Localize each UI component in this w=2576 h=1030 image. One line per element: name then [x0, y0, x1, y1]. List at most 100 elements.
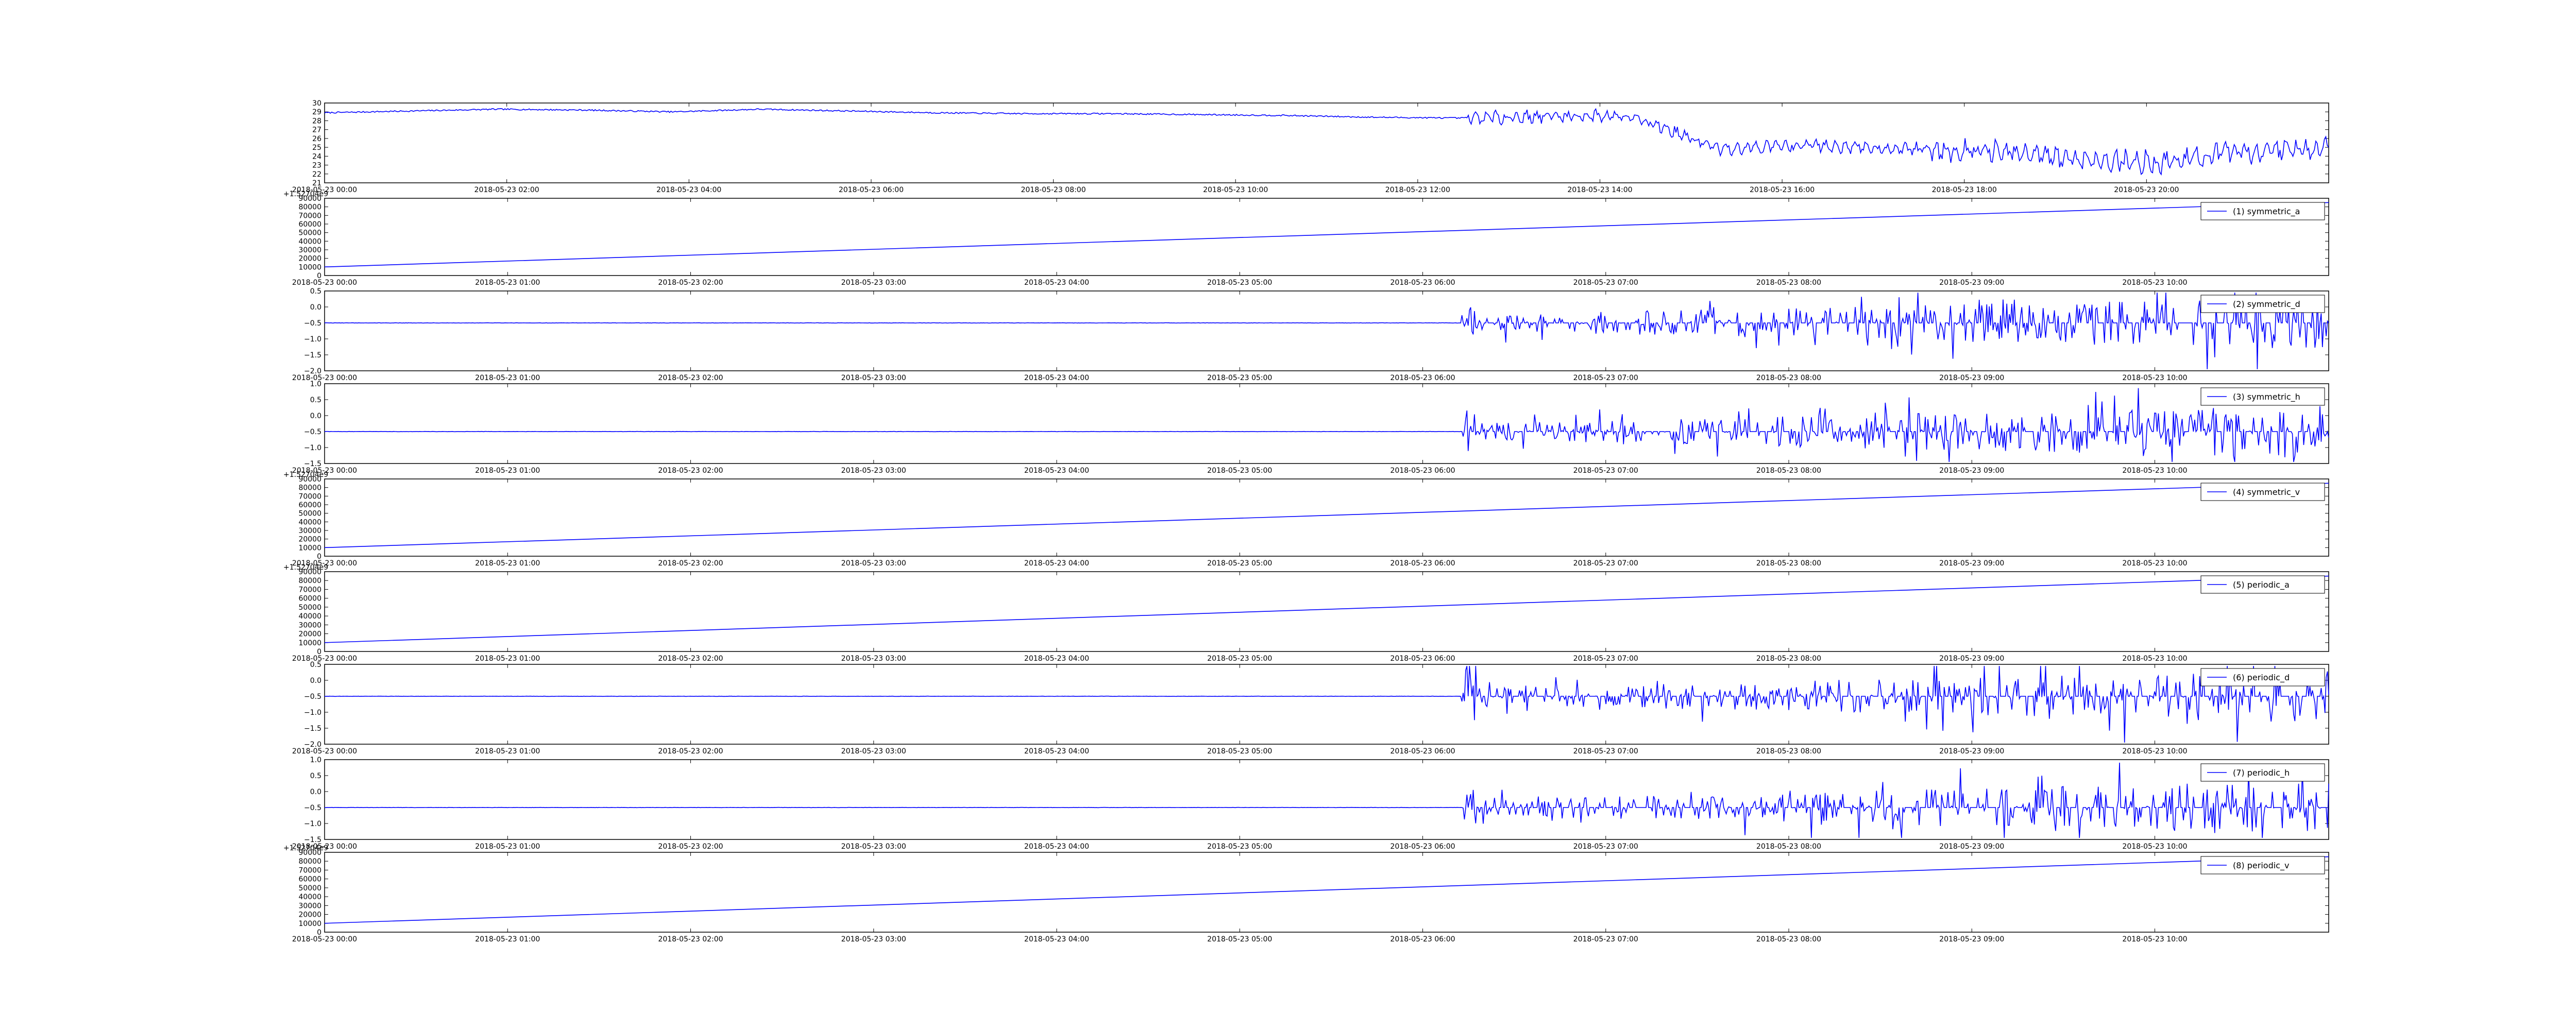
x-tick-label: 2018-05-23 10:00 — [2122, 279, 2187, 287]
x-tick-label: 2018-05-23 01:00 — [475, 467, 540, 475]
y-tick-label: 50000 — [298, 229, 321, 237]
panel-2: 0100002000030000400005000060000700008000… — [283, 190, 2329, 287]
x-tick-label: 2018-05-23 07:00 — [1573, 935, 1638, 943]
x-tick-label: 2018-05-23 00:00 — [292, 747, 357, 756]
x-tick-label: 2018-05-23 10:00 — [2122, 747, 2187, 756]
y-tick-label: 28 — [312, 117, 321, 125]
x-tick-label: 2018-05-23 06:00 — [1390, 935, 1455, 943]
legend: (5) periodic_a — [2200, 575, 2325, 594]
y-tick-label: 80000 — [298, 857, 321, 866]
y-tick-label: −1.0 — [304, 444, 321, 452]
y-tick-label: 25 — [312, 144, 321, 152]
y-tick-label: 30 — [312, 99, 321, 108]
plot-frame — [324, 664, 2329, 745]
figure-canvas: 212223242526272829302018-05-23 00:00 2018… — [283, 99, 2329, 943]
x-tick-label: 2018-05-23 14:00 — [1567, 186, 1632, 194]
legend: (1) symmetric_a — [2200, 202, 2325, 220]
y-tick-label: 22 — [312, 170, 321, 179]
y-tick-label: 40000 — [298, 237, 321, 246]
x-tick-label: 2018-05-23 06:00 — [1390, 655, 1455, 663]
y-tick-label: 40000 — [298, 612, 321, 621]
x-tick-label: 2018-05-23 08:00 — [1756, 843, 1821, 851]
y-tick-label: 29 — [312, 108, 321, 116]
x-tick-label: 2018-05-23 01:00 — [475, 935, 540, 943]
x-tick-label: 2018-05-23 06:00 — [1390, 279, 1455, 287]
x-tick-label: 2018-05-23 09:00 — [1939, 279, 2004, 287]
x-tick-label: 2018-05-23 08:00 — [1756, 279, 1821, 287]
y-tick-label: 70000 — [298, 492, 321, 501]
y-tick-label: −1.0 — [304, 335, 321, 344]
x-tick-label: 2018-05-23 03:00 — [841, 935, 906, 943]
y-tick-label: −1.5 — [304, 725, 321, 733]
y-tick-label: 60000 — [298, 876, 321, 884]
plot-frame — [324, 102, 2329, 183]
x-tick-label: 2018-05-23 04:00 — [1024, 655, 1089, 663]
x-tick-label: 2018-05-23 04:00 — [1024, 747, 1089, 756]
x-tick-label: 2018-05-23 07:00 — [1573, 279, 1638, 287]
x-tick-label: 2018-05-23 04:00 — [1024, 279, 1089, 287]
y-tick-label: 60000 — [298, 501, 321, 509]
x-tick-label: 2018-05-23 09:00 — [1939, 467, 2004, 475]
x-tick-label: 2018-05-23 01:00 — [475, 655, 540, 663]
y-tick-label: 1.0 — [310, 380, 321, 388]
x-tick-label: 2018-05-23 18:00 — [1932, 186, 1997, 194]
y-tick-label: −0.5 — [304, 428, 321, 436]
y-tick-label: 0.0 — [310, 303, 321, 312]
x-tick-label: 2018-05-23 05:00 — [1207, 935, 1272, 943]
plot-frame — [324, 383, 2329, 464]
legend-label: (5) periodic_a — [2233, 580, 2290, 590]
x-tick-label: 2018-05-23 09:00 — [1939, 374, 2004, 382]
x-tick-label: 2018-05-23 05:00 — [1207, 655, 1272, 663]
x-tick-label: 2018-05-23 00:00 — [292, 935, 357, 943]
y-tick-label: 30000 — [298, 621, 321, 629]
y-tick-label: 70000 — [298, 212, 321, 220]
x-tick-label: 2018-05-23 05:00 — [1207, 559, 1272, 568]
x-tick-label: 2018-05-23 09:00 — [1939, 747, 2004, 756]
panel-1: 212223242526272829302018-05-23 00:00 2018… — [292, 99, 2329, 194]
x-tick-label: 2018-05-23 02:00 — [658, 374, 723, 382]
panel-4: −1.5−1.0−0.50.00.51.02018-05-23 00:00 201… — [292, 380, 2329, 475]
y-tick-label: 40000 — [298, 893, 321, 901]
y-tick-label: 0.5 — [310, 396, 321, 404]
legend: (6) periodic_d — [2200, 668, 2325, 686]
y-tick-label: 20000 — [298, 630, 321, 639]
y-tick-label: 10000 — [298, 639, 321, 647]
y-tick-label: 50000 — [298, 884, 321, 892]
y-tick-label: −0.5 — [304, 319, 321, 328]
legend-label: (8) periodic_v — [2233, 861, 2289, 871]
x-tick-label: 2018-05-23 10:00 — [2122, 935, 2187, 943]
y-tick-label: 70000 — [298, 586, 321, 594]
legend-label: (6) periodic_d — [2233, 673, 2290, 683]
x-tick-label: 2018-05-23 02:00 — [658, 467, 723, 475]
y-offset-label: +1.52704e9 — [283, 844, 328, 852]
legend-label: (1) symmetric_a — [2233, 207, 2300, 217]
x-tick-label: 2018-05-23 00:00 — [292, 374, 357, 382]
y-tick-label: 30000 — [298, 246, 321, 254]
y-tick-label: −1.0 — [304, 709, 321, 717]
x-tick-label: 2018-05-23 20:00 — [2114, 186, 2179, 194]
x-tick-label: 2018-05-23 01:00 — [475, 279, 540, 287]
series-line — [324, 666, 2329, 743]
panel-8: −1.5−1.0−0.50.00.51.02018-05-23 00:00 201… — [292, 756, 2329, 851]
x-tick-label: 2018-05-23 10:00 — [2122, 374, 2187, 382]
x-tick-label: 2018-05-23 03:00 — [841, 374, 906, 382]
x-tick-label: 2018-05-23 16:00 — [1750, 186, 1815, 194]
y-tick-label: 10000 — [298, 263, 321, 271]
x-tick-label: 2018-05-23 09:00 — [1939, 935, 2004, 943]
x-tick-label: 2018-05-23 02:00 — [658, 843, 723, 851]
y-tick-label: 0.5 — [310, 661, 321, 669]
y-tick-label: 30000 — [298, 527, 321, 535]
x-tick-label: 2018-05-23 06:00 — [1390, 747, 1455, 756]
legend: (2) symmetric_d — [2200, 295, 2325, 313]
y-offset-label: +1.52704e9 — [283, 563, 328, 572]
y-tick-label: 24 — [312, 152, 321, 161]
y-tick-label: 30000 — [298, 902, 321, 910]
series-line — [324, 483, 2329, 548]
y-tick-label: 27 — [312, 126, 321, 134]
x-tick-label: 2018-05-23 05:00 — [1207, 279, 1272, 287]
series-line — [324, 575, 2329, 643]
y-tick-label: 50000 — [298, 510, 321, 518]
y-tick-label: 60000 — [298, 595, 321, 603]
x-tick-label: 2018-05-23 07:00 — [1573, 559, 1638, 568]
y-tick-label: −1.5 — [304, 351, 321, 359]
